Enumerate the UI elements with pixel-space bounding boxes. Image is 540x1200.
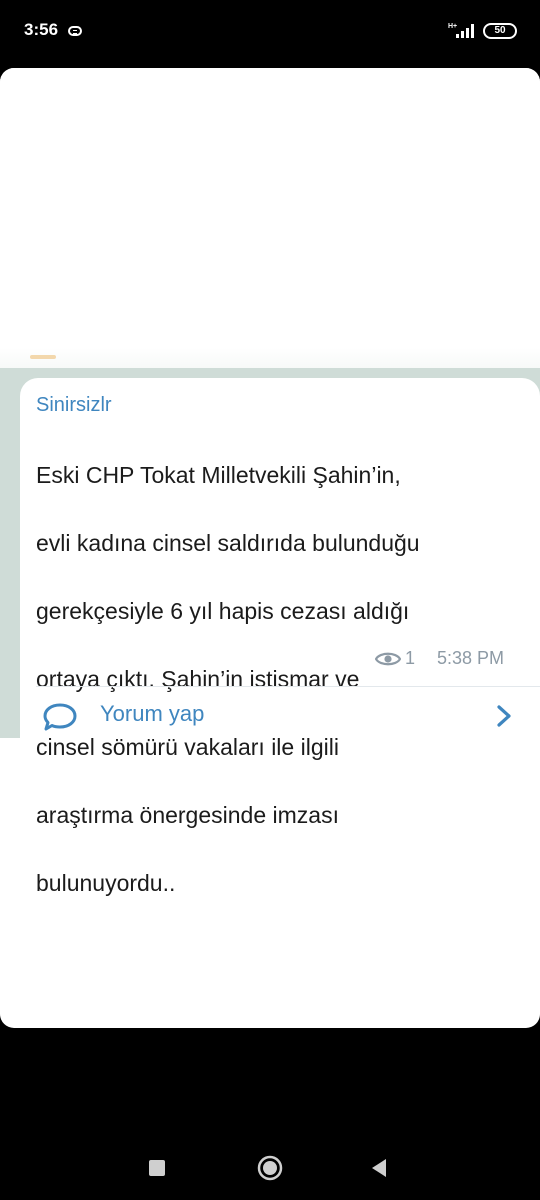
network-type: H+ xyxy=(448,23,457,30)
recent-apps-icon[interactable] xyxy=(149,1160,165,1176)
battery-icon: 50 xyxy=(483,23,517,39)
message-meta: 1 5:38 PM xyxy=(374,648,504,669)
notification-icon xyxy=(68,26,82,36)
home-icon[interactable] xyxy=(257,1155,283,1181)
message-line: bulunuyordu.. xyxy=(36,870,176,896)
signal-icon: H+ xyxy=(448,23,474,38)
message-bubble[interactable]: Sinirsizlr Eski CHP Tokat Milletvekili Ş… xyxy=(20,378,540,896)
blank-area xyxy=(0,68,540,368)
battery-level: 50 xyxy=(494,25,506,36)
message-line: araştırma önergesinde imzası xyxy=(36,802,339,828)
comment-bubble-icon xyxy=(43,703,77,731)
comment-label: Yorum yap xyxy=(100,701,205,726)
fade-strip xyxy=(0,348,540,368)
status-bar: 3:56 H+ 50 xyxy=(0,0,540,64)
message-line: gerekçesiyle 6 yıl hapis cezası aldığı xyxy=(36,598,410,624)
eye-icon xyxy=(374,652,401,665)
chat-area: Sinirsizlr Eski CHP Tokat Milletvekili Ş… xyxy=(0,368,540,896)
message-text: Eski CHP Tokat Milletvekili Şahin’in, ev… xyxy=(36,424,526,934)
message-line: Eski CHP Tokat Milletvekili Şahin’in, xyxy=(36,462,401,488)
message-line: evli kadına cinsel saldırıda bulunduğu xyxy=(36,530,420,556)
back-icon[interactable] xyxy=(370,1157,388,1179)
view-count: 1 xyxy=(404,648,415,668)
comment-button[interactable]: Yorum yap xyxy=(20,690,520,738)
sender-name[interactable]: Sinirsizlr xyxy=(36,394,112,417)
navigation-bar xyxy=(0,1120,540,1200)
decorative-mark xyxy=(30,355,56,359)
status-time: 3:56 xyxy=(24,20,59,39)
screenshot-card: Sinirsizlr Eski CHP Tokat Milletvekili Ş… xyxy=(0,68,540,1028)
message-time: 5:38 PM xyxy=(436,648,504,668)
chevron-right-icon xyxy=(497,705,511,727)
divider xyxy=(36,686,540,687)
